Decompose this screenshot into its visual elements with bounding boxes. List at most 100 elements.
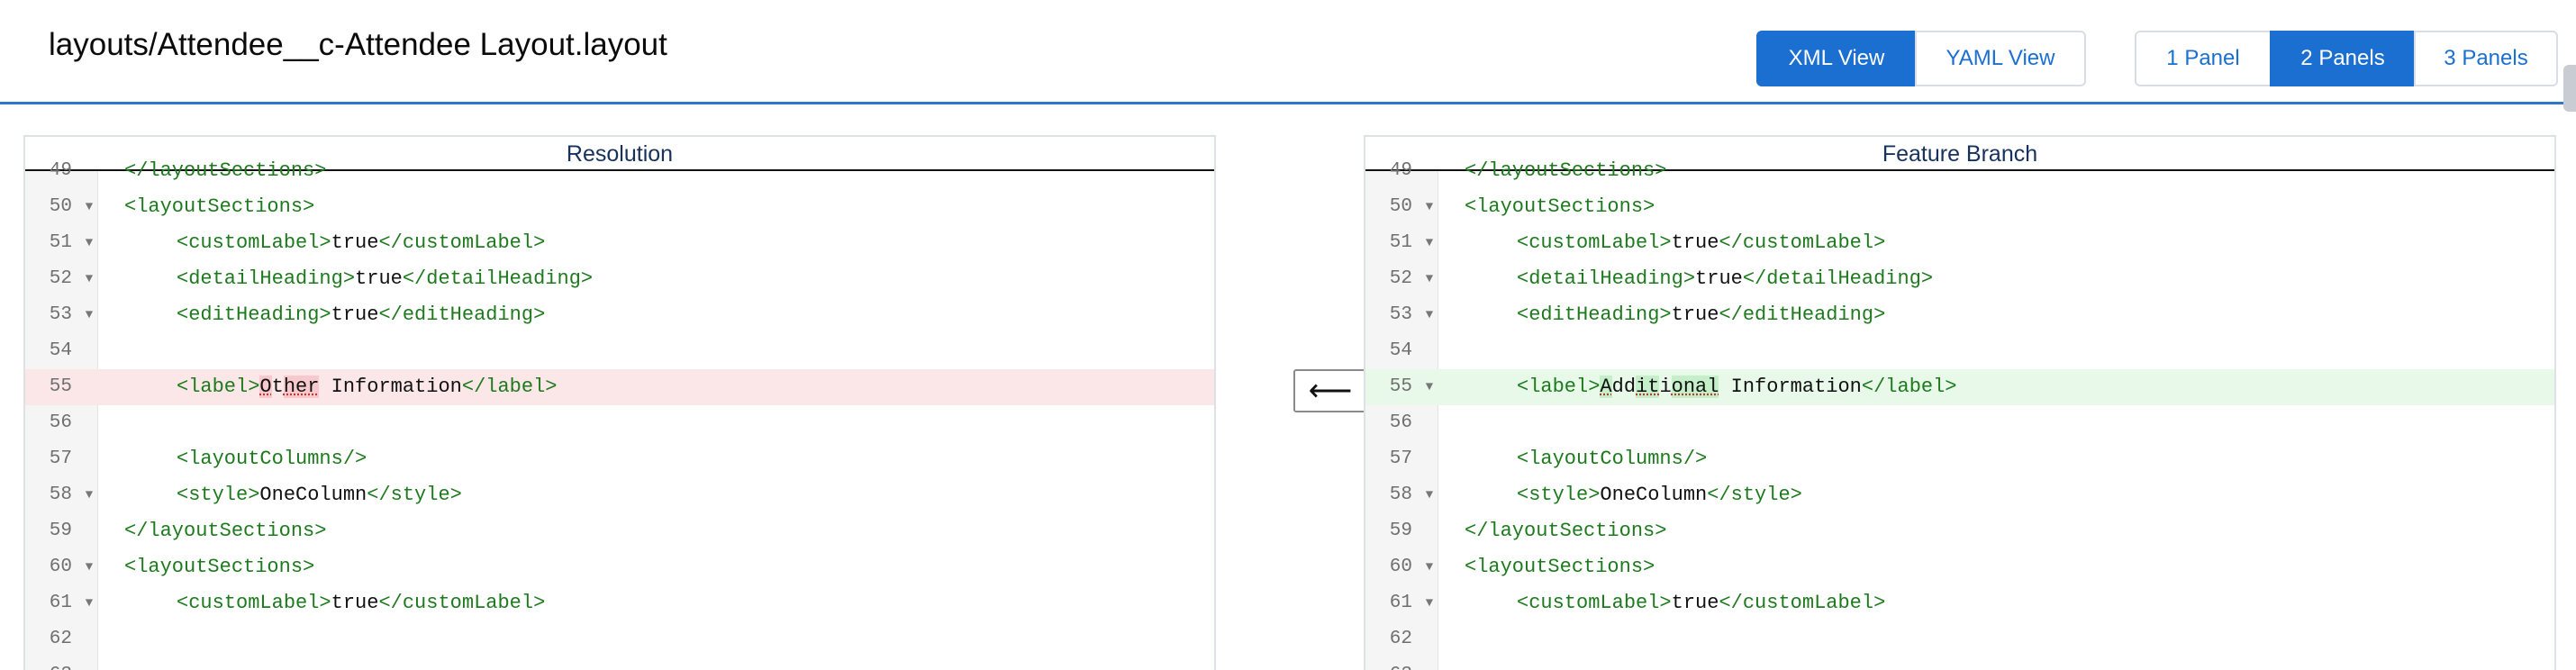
code-text[interactable]: <detailHeading>true</detailHeading> [1517, 261, 1933, 297]
xml-tag: <layoutColumns/> [1517, 448, 1708, 470]
fold-arrow-icon[interactable]: ▼ [83, 297, 95, 333]
code-text[interactable]: <label>Other Information</label> [177, 369, 558, 405]
code-text[interactable]: <style>OneColumn</style> [177, 477, 462, 513]
code-line: 50 ▼ <layoutSections> [25, 189, 1214, 225]
code-line: 52 ▼ <detailHeading>true</detailHeading> [25, 261, 1214, 297]
code-line: 55 ▼ <label>Additional Information</label> [1365, 369, 2554, 405]
code-text[interactable]: </layoutSections> [124, 153, 326, 189]
xml-tag: </editHeading> [378, 303, 546, 326]
xml-tag: </style> [1707, 484, 1802, 506]
code-text[interactable]: <editHeading>true</editHeading> [177, 297, 545, 333]
fold-arrow-icon[interactable]: ▼ [83, 477, 95, 513]
fold-arrow-icon[interactable]: ▼ [1423, 261, 1436, 297]
code-line: 61 ▼ <customLabel>true</customLabel> [25, 585, 1214, 621]
code-text[interactable]: </layoutSections> [1465, 153, 1666, 189]
code-line: 63 [1365, 657, 2554, 670]
xml-value: dd [1611, 376, 1637, 398]
xml-tag: <label> [1517, 376, 1601, 398]
code-text[interactable]: </layoutSections> [124, 513, 326, 549]
xml-tag: <layoutColumns/> [177, 448, 367, 470]
code-line: 62 [25, 621, 1214, 657]
xml-tag: </detailHeading> [1742, 267, 1934, 290]
diff-highlight: onal [1671, 376, 1719, 398]
line-number: 56 [1389, 412, 1412, 433]
xml-tag: <layoutSections> [1465, 195, 1655, 218]
line-number: 56 [49, 412, 72, 433]
code-line: 62 [1365, 621, 2554, 657]
xml-value: true [331, 592, 379, 614]
xml-value: Information [1719, 376, 1862, 398]
line-number: 63 [1365, 657, 1412, 670]
fold-arrow-icon[interactable]: ▼ [83, 585, 95, 621]
line-number: 53 [49, 304, 72, 325]
arrow-left-icon: ⟵ [1308, 374, 1353, 408]
xml-tag: <editHeading> [1517, 303, 1672, 326]
code-lines: 49 </layoutSections> 50 ▼ <layoutSections> 51… [25, 159, 1214, 670]
code-line: 58 ▼ <style>OneColumn</style> [25, 477, 1214, 513]
xml-tag: </editHeading> [1719, 303, 1886, 326]
fold-arrow-icon[interactable]: ▼ [1423, 369, 1436, 405]
line-number: 63 [25, 657, 72, 670]
code-text[interactable]: <layoutSections> [124, 549, 314, 585]
fold-arrow-icon[interactable]: ▼ [83, 225, 95, 261]
file-title: layouts/Attendee__c-Attendee Layout.layo… [49, 27, 667, 62]
xml-value: true [331, 303, 379, 326]
code-line: 56 [1365, 405, 2554, 441]
xml-view-button[interactable]: XML View [1756, 31, 1917, 86]
xml-tag: </label> [461, 376, 558, 398]
fold-arrow-icon[interactable]: ▼ [1423, 189, 1436, 225]
code-text[interactable]: <label>Additional Information</label> [1517, 369, 1957, 405]
diff-highlight: A [1600, 376, 1612, 398]
line-number: 61 [49, 593, 72, 613]
fold-arrow-icon[interactable]: ▼ [83, 261, 95, 297]
xml-tag: </customLabel> [378, 592, 546, 614]
side-drawer-handle[interactable] [2563, 65, 2576, 112]
line-number: 57 [1389, 448, 1412, 469]
three-panels-button[interactable]: 3 Panels [2414, 31, 2558, 86]
code-text[interactable]: <customLabel>true</customLabel> [1517, 225, 1885, 261]
code-text[interactable]: <layoutSections> [124, 189, 314, 225]
code-line: 51 ▼ <customLabel>true</customLabel> [25, 225, 1214, 261]
code-text[interactable]: <customLabel>true</customLabel> [177, 585, 545, 621]
code-text[interactable]: <customLabel>true</customLabel> [177, 225, 545, 261]
code-text[interactable]: <style>OneColumn</style> [1517, 477, 1802, 513]
fold-arrow-icon[interactable]: ▼ [1423, 477, 1436, 513]
fold-arrow-icon[interactable]: ▼ [1423, 297, 1436, 333]
fold-arrow-icon[interactable]: ▼ [83, 189, 95, 225]
code-text[interactable]: <layoutSections> [1465, 549, 1655, 585]
code-text[interactable]: <editHeading>true</editHeading> [1517, 297, 1885, 333]
xml-tag: <layoutSections> [124, 556, 315, 578]
code-text[interactable]: <layoutColumns/> [177, 441, 367, 477]
code-line: 49 </layoutSections> [25, 153, 1214, 189]
code-line: 58 ▼ <style>OneColumn</style> [1365, 477, 2554, 513]
fold-arrow-icon[interactable]: ▼ [1423, 549, 1436, 585]
code-text[interactable]: </layoutSections> [1465, 513, 1666, 549]
xml-value: true [1695, 267, 1743, 290]
xml-tag: </layoutSections> [124, 520, 327, 542]
code-text[interactable]: <layoutSections> [1465, 189, 1655, 225]
xml-value: true [1671, 231, 1719, 254]
header-divider [0, 102, 2576, 104]
xml-tag: <style> [1517, 484, 1601, 506]
code-line: 59 </layoutSections> [1365, 513, 2554, 549]
copy-to-resolution-button[interactable]: ⟵ [1293, 369, 1367, 412]
one-panel-button[interactable]: 1 Panel [2135, 31, 2272, 86]
view-toggle-group: XML View YAML View [1756, 31, 2086, 86]
code-text[interactable]: <layoutColumns/> [1517, 441, 1707, 477]
code-text[interactable]: <customLabel>true</customLabel> [1517, 585, 1885, 621]
fold-arrow-icon[interactable]: ▼ [83, 549, 95, 585]
fold-arrow-icon[interactable]: ▼ [1423, 225, 1436, 261]
code-line: 53 ▼ <editHeading>true</editHeading> [25, 297, 1214, 333]
line-number: 52 [1389, 268, 1412, 289]
yaml-view-button[interactable]: YAML View [1915, 31, 2086, 86]
code-line: 54 [1365, 333, 2554, 369]
xml-tag: <label> [177, 376, 260, 398]
code-text[interactable]: <detailHeading>true</detailHeading> [177, 261, 593, 297]
line-number: 62 [49, 629, 72, 649]
diff-highlight: her [283, 376, 320, 398]
diff-highlight: O [259, 376, 272, 398]
fold-arrow-icon[interactable]: ▼ [1423, 585, 1436, 621]
line-number: 49 [49, 160, 72, 181]
two-panels-button[interactable]: 2 Panels [2270, 31, 2416, 86]
code-line: 49 </layoutSections> [1365, 153, 2554, 189]
